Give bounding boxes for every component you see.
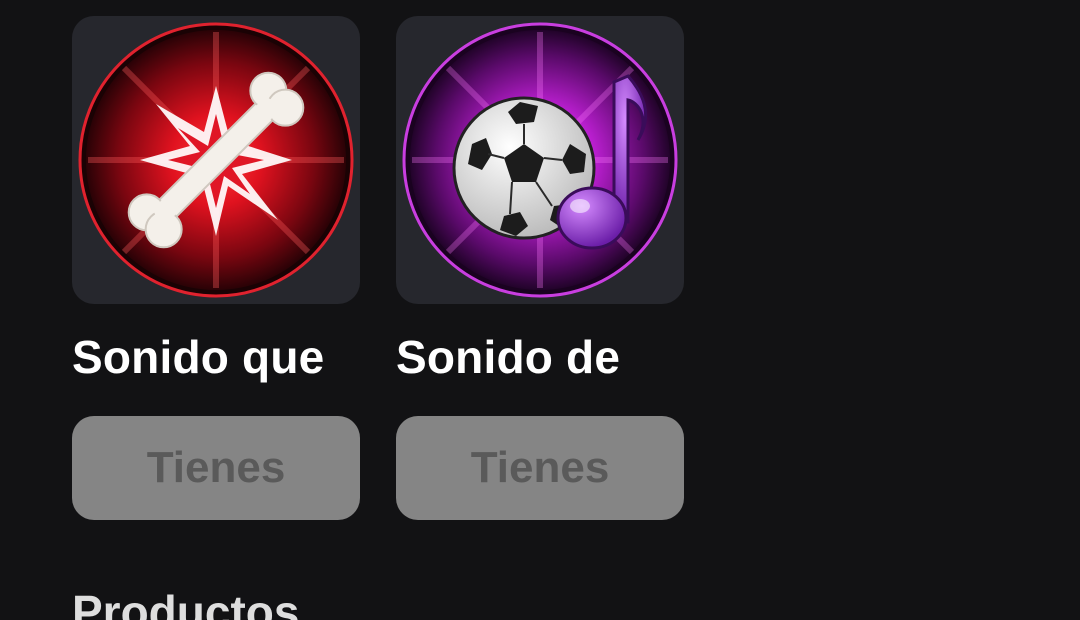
soccer-ball-music-icon [402, 22, 678, 298]
item-card-soccer-sound: Sonido de Tienes [396, 16, 684, 520]
item-thumbnail[interactable] [396, 16, 684, 304]
item-title: Sonido que [72, 331, 325, 383]
item-card-bone-sound: Sonido que Tienes [72, 16, 360, 520]
page: Sonido que Tienes Sonido de Tienes Produ… [0, 0, 1080, 620]
owned-button[interactable]: Tienes [72, 416, 360, 520]
section-heading-products: Productos [72, 586, 300, 620]
bone-crack-icon [78, 22, 354, 298]
item-title: Sonido de [396, 331, 621, 383]
item-thumbnail[interactable] [72, 16, 360, 304]
owned-button[interactable]: Tienes [396, 416, 684, 520]
